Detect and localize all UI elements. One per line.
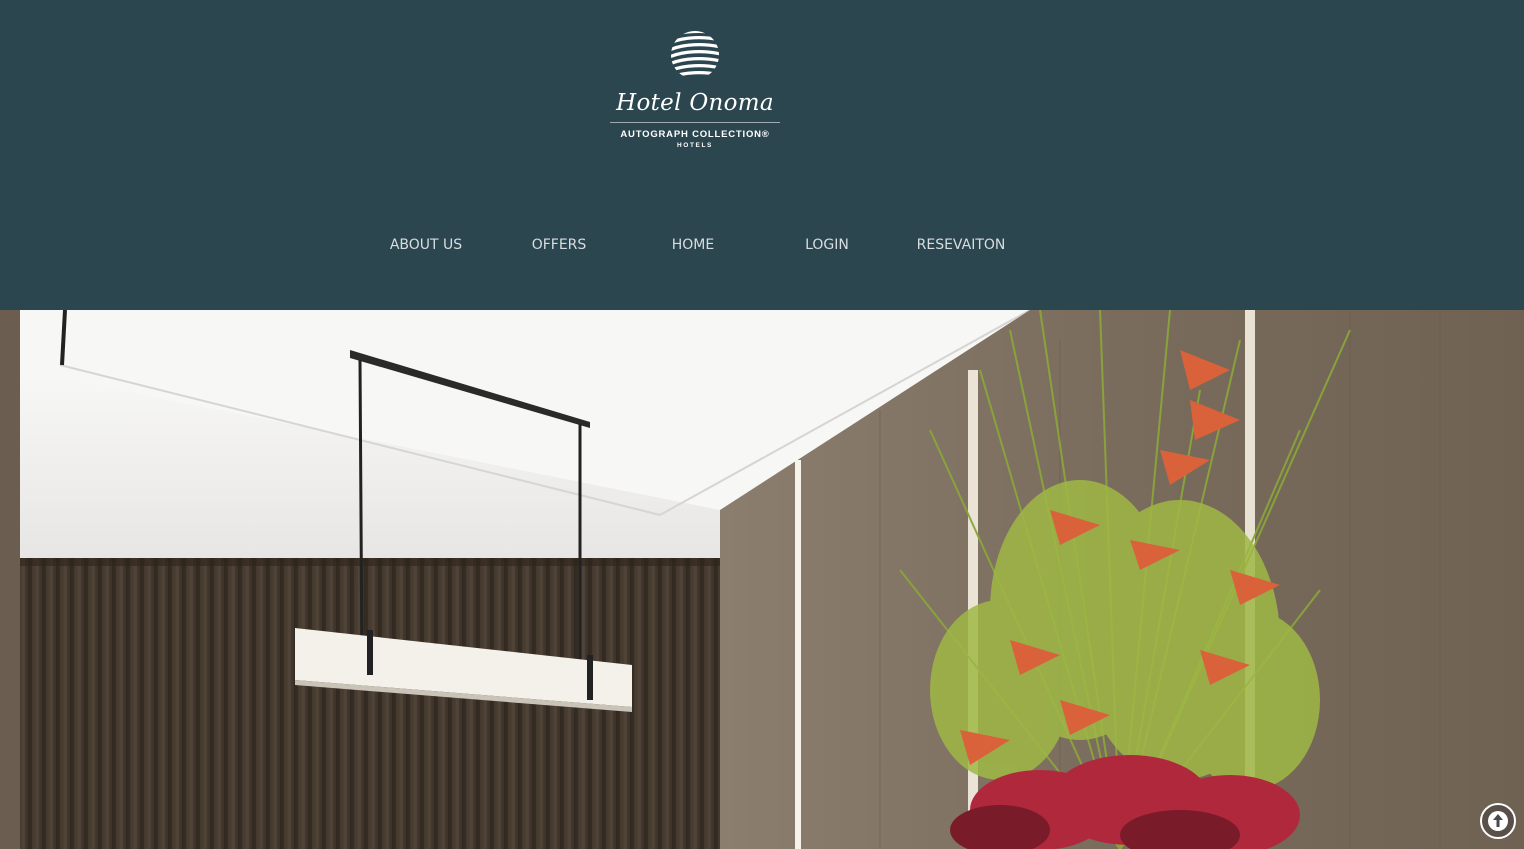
hotel-logo[interactable]: Hotel Onoma AUTOGRAPH COLLECTION® HOTELS (605, 22, 785, 167)
nav-home[interactable]: HOME (626, 237, 760, 253)
logo-divider (610, 122, 780, 123)
nav-about-us[interactable]: ABOUT US (359, 237, 493, 253)
logo-name: Hotel Onoma (616, 90, 774, 116)
lobby-photo (0, 310, 1524, 849)
main-nav: ABOUT US OFFERS HOME LOGIN RESEVAITON (0, 237, 1524, 261)
hero-image (0, 310, 1524, 849)
nav-reservation[interactable]: RESEVAITON (894, 237, 1028, 253)
nav-offers[interactable]: OFFERS (492, 237, 626, 253)
nav-login[interactable]: LOGIN (760, 237, 894, 253)
globe-logo-icon (671, 31, 719, 79)
logo-collection: AUTOGRAPH COLLECTION® (620, 129, 770, 140)
site-header: Hotel Onoma AUTOGRAPH COLLECTION® HOTELS… (0, 0, 1524, 310)
logo-collection-sub: HOTELS (677, 142, 713, 149)
scroll-to-top-button[interactable] (1480, 803, 1516, 839)
arrow-up-circle-icon (1488, 811, 1508, 831)
